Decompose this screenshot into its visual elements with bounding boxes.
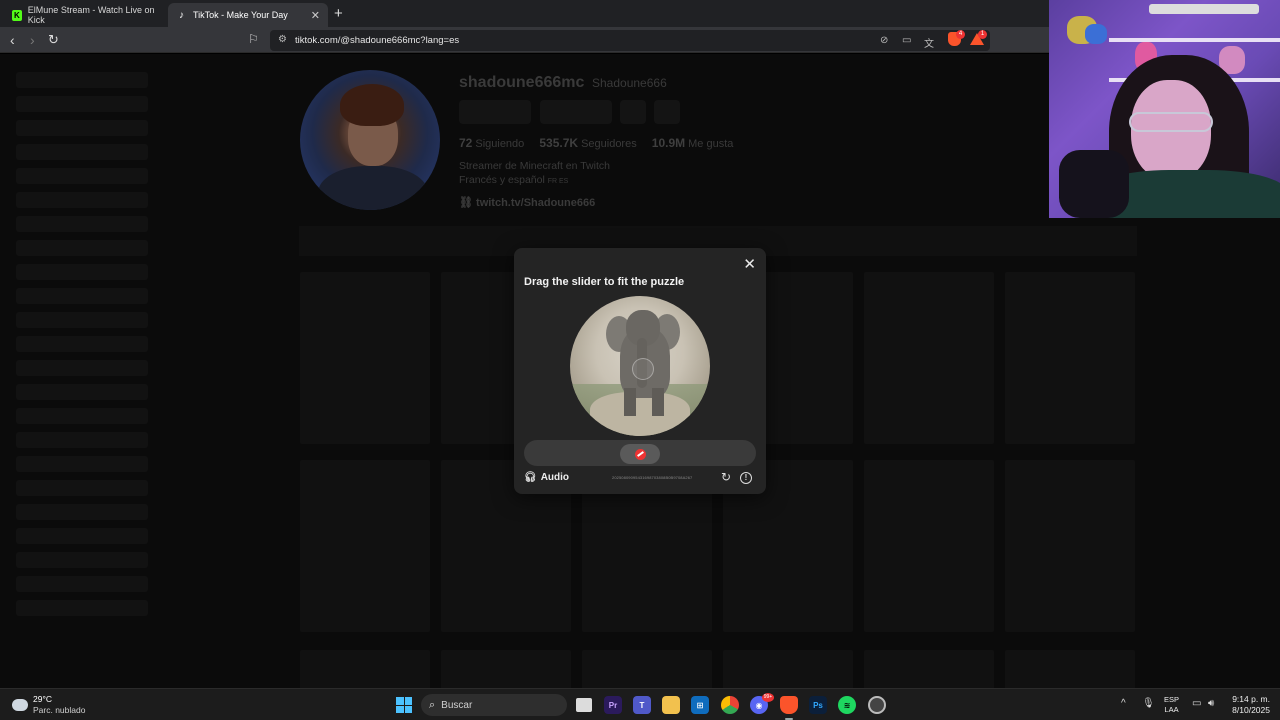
video-card[interactable] (864, 272, 994, 444)
task-view-icon[interactable] (576, 698, 592, 712)
chrome-icon[interactable] (721, 696, 739, 714)
bio-line: Streamer de Minecraft en Twitch (459, 160, 610, 172)
followers-count: 535.7K (539, 136, 579, 150)
teams-icon[interactable]: T (633, 696, 651, 714)
network-icon[interactable]: ▭ (1192, 698, 1201, 709)
url-text: tiktok.com/@shadoune666mc?lang=es (295, 35, 460, 46)
file-explorer-icon[interactable] (662, 696, 680, 714)
profile-bio: Streamer de Minecraft en Twitch Francés … (459, 159, 610, 189)
show-hidden-icons-icon[interactable]: ^ (1121, 698, 1126, 709)
profile-nickname: Shadoune666 (592, 76, 667, 90)
translate-icon[interactable]: 文 (924, 35, 934, 50)
windows-taskbar: 29°C Parc. nublado ⌕ Buscar Pr T ⊞ ◉ 99+… (0, 688, 1280, 720)
taskbar-search-box[interactable]: ⌕ Buscar (421, 694, 567, 716)
clock-time: 9:14 p. m. (1232, 694, 1270, 704)
new-tab-button[interactable]: + (334, 5, 343, 22)
video-card[interactable] (441, 650, 571, 688)
brave-browser-icon[interactable] (780, 696, 798, 714)
captcha-puzzle-image (570, 296, 710, 436)
no-entry-cursor-icon (634, 448, 646, 460)
sidebar-skeleton (16, 72, 148, 624)
discord-badge: 99+ (762, 693, 774, 702)
video-card[interactable] (300, 272, 430, 444)
tab-title: TikTok - Make Your Day (193, 10, 288, 20)
profile-link[interactable]: ⛓ twitch.tv/Shadoune666 (459, 196, 595, 209)
info-icon[interactable]: ! (740, 472, 752, 484)
following-count: 72 (459, 136, 473, 150)
video-card[interactable] (582, 650, 712, 688)
kick-favicon-icon: K (12, 9, 22, 21)
followers-label: Seguidores (581, 138, 637, 150)
weather-temperature: 29°C (33, 694, 52, 704)
photoshop-icon[interactable]: Ps (809, 696, 827, 714)
tiktok-favicon-icon: ♪ (179, 9, 184, 21)
rewards-count-badge: 1 (978, 30, 987, 39)
forward-icon[interactable]: › (30, 31, 35, 49)
bio-line: Francés y español (459, 174, 545, 186)
captcha-modal: ✕ Drag the slider to fit the puzzle 🎧︎ A… (514, 248, 766, 494)
microphone-icon[interactable]: 🎙︎ (1142, 698, 1155, 709)
profile-link-text: twitch.tv/Shadoune666 (476, 197, 596, 209)
close-icon[interactable]: ✕ (743, 255, 756, 273)
captcha-id: 20250809095431698703808B0B9708A267 (612, 475, 693, 480)
captcha-slider-handle[interactable] (620, 444, 660, 464)
site-settings-icon[interactable]: ⚙ (278, 34, 287, 45)
likes-count: 10.9M (651, 136, 686, 150)
video-card[interactable] (723, 650, 853, 688)
microsoft-store-icon[interactable]: ⊞ (691, 696, 709, 714)
keyboard-layout: LAA (1164, 705, 1179, 714)
likes-label: Me gusta (688, 138, 734, 150)
address-bar[interactable]: ⚙ tiktok.com/@shadoune666mc?lang=es ⊘ ▭ … (270, 30, 990, 51)
follow-button-skeleton[interactable] (459, 100, 531, 124)
taskbar-clock[interactable]: 9:14 p. m. 8/10/2025 (1226, 694, 1270, 716)
language-code: ESP (1164, 695, 1180, 704)
tab-kick[interactable]: K ElMune Stream - Watch Live on Kick (4, 3, 166, 27)
refresh-icon[interactable]: ↻ (721, 470, 731, 484)
audio-button[interactable]: 🎧︎ Audio (524, 472, 569, 483)
back-icon[interactable]: ‹ (10, 31, 15, 49)
headphones-icon: 🎧︎ (524, 472, 537, 483)
close-tab-icon[interactable]: ✕ (311, 9, 320, 22)
weather-condition: Parc. nublado (33, 705, 86, 715)
cast-icon[interactable]: ▭ (902, 35, 911, 46)
reload-icon[interactable]: ↻ (48, 31, 59, 49)
puzzle-piece-slot (632, 358, 654, 380)
webcam-overlay (1049, 0, 1280, 218)
video-card[interactable] (1005, 650, 1135, 688)
bookmark-icon[interactable]: ⚐ (248, 32, 259, 46)
message-button-skeleton[interactable] (540, 100, 612, 124)
spotify-icon[interactable]: ≋ (838, 696, 856, 714)
clock-date: 8/10/2025 (1232, 705, 1270, 715)
no-tracking-icon[interactable]: ⊘ (880, 35, 888, 46)
bio-flags: FR ES (547, 178, 569, 185)
search-placeholder: Buscar (441, 699, 473, 711)
captcha-title: Drag the slider to fit the puzzle (524, 276, 685, 288)
premiere-pro-icon[interactable]: Pr (604, 696, 622, 714)
partly-cloudy-icon (10, 695, 28, 711)
chrome-canary-icon[interactable] (868, 696, 886, 714)
tab-tiktok[interactable]: ♪ TikTok - Make Your Day ✕ (168, 3, 328, 27)
profile-avatar[interactable] (300, 70, 440, 210)
video-card[interactable] (300, 460, 430, 632)
tab-title: ElMune Stream - Watch Live on Kick (27, 5, 155, 25)
link-icon: ⛓ (459, 197, 473, 209)
more-button-skeleton[interactable] (654, 100, 680, 124)
shields-count-badge: 4 (956, 30, 965, 39)
profile-username: shadoune666mc (459, 74, 585, 91)
profile-stats: 72 Siguiendo 535.7K Seguidores 10.9M Me gus… (459, 136, 745, 150)
language-indicator[interactable]: ESP LAA (1164, 695, 1179, 715)
video-card[interactable] (300, 650, 430, 688)
video-card[interactable] (864, 650, 994, 688)
search-icon: ⌕ (429, 698, 436, 711)
audio-label: Audio (540, 472, 570, 483)
suggested-button-skeleton[interactable] (620, 100, 646, 124)
captcha-slider-track[interactable] (524, 440, 756, 466)
video-card[interactable] (1005, 272, 1135, 444)
video-card[interactable] (1005, 460, 1135, 632)
following-label: Siguiendo (475, 138, 525, 150)
volume-icon[interactable]: 🔊︎ (1208, 698, 1214, 709)
windows-start-icon[interactable] (396, 697, 412, 713)
weather-widget[interactable]: 29°C Parc. nublado (10, 694, 86, 716)
video-card[interactable] (864, 460, 994, 632)
